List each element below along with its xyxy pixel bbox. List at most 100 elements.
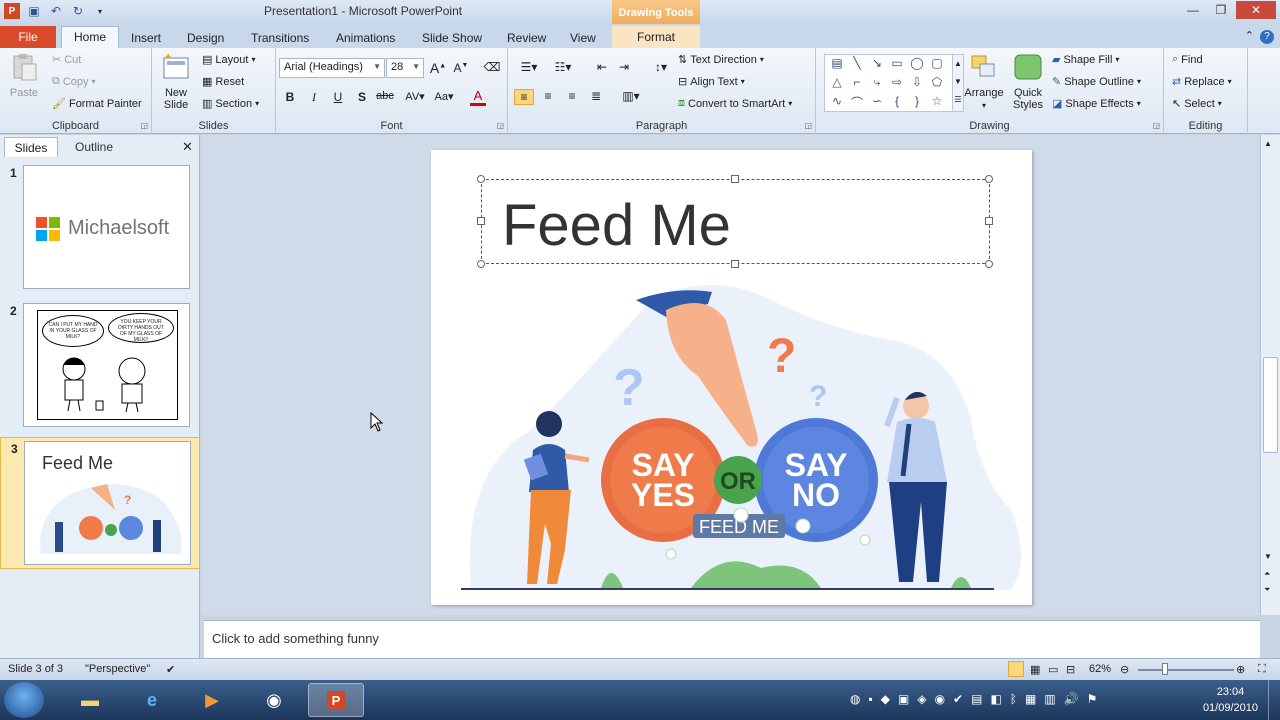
change-case-icon[interactable]: Aa▾: [431, 90, 457, 103]
font-color-icon[interactable]: A: [470, 88, 486, 106]
decrease-indent-icon[interactable]: ⇤: [592, 60, 612, 74]
numbering-icon[interactable]: ☷▾: [550, 60, 576, 74]
italic-icon[interactable]: I: [304, 90, 324, 105]
rectangle-shape-icon[interactable]: ▭: [887, 56, 907, 75]
columns-icon[interactable]: ▥▾: [618, 89, 644, 103]
tab-home[interactable]: Home: [61, 26, 120, 48]
zoom-in-icon[interactable]: ⊕: [1236, 663, 1245, 676]
close-pane-icon[interactable]: ✕: [182, 139, 193, 155]
redo-icon[interactable]: ↻: [70, 3, 86, 19]
bluetooth-icon[interactable]: ᛒ: [1010, 692, 1017, 706]
tray-icon[interactable]: ▤: [971, 692, 982, 706]
tray-icon[interactable]: ◍: [850, 692, 860, 706]
tray-icon[interactable]: ◈: [917, 692, 926, 706]
tray-icon[interactable]: ▪: [868, 692, 872, 706]
zoom-slider-thumb[interactable]: [1162, 663, 1168, 675]
customize-qat-icon[interactable]: ▾: [92, 3, 108, 19]
fit-to-window-icon[interactable]: ⛶: [1258, 663, 1266, 676]
tray-icon[interactable]: ▦: [1025, 692, 1036, 706]
tab-file[interactable]: File: [0, 26, 56, 48]
clock[interactable]: 23:04 01/09/2010: [1203, 684, 1258, 716]
font-name-combo[interactable]: Arial (Headings) ▼: [279, 58, 385, 78]
align-center-icon[interactable]: ≡: [538, 89, 558, 103]
increase-indent-icon[interactable]: ⇥: [614, 60, 634, 74]
tab-format[interactable]: Format: [612, 26, 700, 48]
shrink-font-icon[interactable]: A▼: [451, 61, 471, 75]
cut-button[interactable]: ✂ Cut: [52, 53, 81, 67]
zoom-level[interactable]: 62%: [1089, 663, 1111, 675]
rounded-rect-shape-icon[interactable]: ▢: [927, 56, 947, 75]
format-painter-button[interactable]: 🖌 Format Painter: [52, 97, 142, 111]
notes-placeholder[interactable]: Click to add something funny: [212, 631, 379, 646]
slide-3[interactable]: Feed Me ? ? ? SAY YES SAY NO OR FEED ME: [431, 150, 1032, 605]
textbox-shape-icon[interactable]: ▤: [827, 56, 847, 75]
undo-icon[interactable]: ↶: [48, 3, 64, 19]
section-button[interactable]: ▥ Section ▾: [202, 97, 259, 111]
tray-icon[interactable]: ✔: [953, 692, 963, 706]
align-left-icon[interactable]: ≡: [514, 89, 534, 105]
normal-view-icon[interactable]: [1008, 661, 1024, 677]
volume-icon[interactable]: 🔊: [1064, 692, 1079, 706]
copy-button[interactable]: ⧉ Copy ▾: [52, 75, 96, 88]
start-button[interactable]: [4, 682, 44, 718]
tab-slides[interactable]: Slides: [4, 137, 58, 157]
help-icon[interactable]: ?: [1260, 30, 1274, 44]
replace-button[interactable]: ⇄ Replace ▾: [1172, 75, 1232, 89]
vertical-scrollbar[interactable]: ▲ ▼ ⏶ ⏷: [1260, 135, 1280, 615]
curved-connector-shape-icon[interactable]: ⤷: [867, 75, 887, 94]
slide-thumbnail-3[interactable]: 3 Feed Me ?: [0, 437, 200, 569]
align-right-icon[interactable]: ≡: [562, 89, 582, 103]
notes-pane[interactable]: Click to add something funny: [204, 620, 1260, 658]
new-slide-button[interactable]: ✦ New Slide: [156, 52, 196, 111]
bold-icon[interactable]: B: [280, 90, 300, 104]
slide-sorter-icon[interactable]: ▦: [1030, 663, 1040, 676]
strikethrough-icon[interactable]: abc: [375, 90, 395, 102]
triangle-shape-icon[interactable]: △: [827, 75, 847, 94]
line-spacing-icon[interactable]: ↕▾: [648, 60, 674, 74]
close-button[interactable]: ✕: [1236, 1, 1276, 19]
network-icon[interactable]: ▥: [1044, 692, 1055, 706]
tray-icon[interactable]: ◉: [935, 692, 945, 706]
elbow-connector-shape-icon[interactable]: ⌐: [847, 75, 867, 94]
spellcheck-icon[interactable]: ✔: [166, 663, 175, 676]
find-button[interactable]: ⌕ Find: [1172, 53, 1203, 66]
internet-explorer-icon[interactable]: e: [124, 683, 180, 717]
select-button[interactable]: ↖ Select ▾: [1172, 97, 1222, 111]
tab-outline[interactable]: Outline: [62, 137, 126, 157]
media-player-icon[interactable]: ▶: [184, 683, 240, 717]
minimize-ribbon-icon[interactable]: ⌃: [1245, 29, 1254, 42]
explorer-icon[interactable]: ▬: [62, 683, 118, 717]
powerpoint-taskbar-icon[interactable]: P: [308, 683, 364, 717]
tab-transitions[interactable]: Transitions: [251, 28, 309, 48]
theme-name[interactable]: "Perspective": [85, 663, 150, 675]
clear-formatting-icon[interactable]: ⌫: [482, 60, 502, 74]
camera-app-icon[interactable]: ◉: [246, 683, 302, 717]
scroll-thumb[interactable]: [1263, 357, 1278, 453]
shapes-gallery[interactable]: ▤ ╲ ↘ ▭ ◯ ▢ △ ⌐ ⤷ ⇨ ⇩ ⬠ ∿ ⌒ ∽{} ☆: [824, 54, 954, 112]
tab-animations[interactable]: Animations: [336, 28, 395, 48]
tray-icon[interactable]: ◧: [990, 692, 1001, 706]
arrow-line-shape-icon[interactable]: ↘: [867, 56, 887, 75]
freeform-shape-icon[interactable]: ∿: [827, 94, 847, 113]
shape-outline-button[interactable]: ✎ Shape Outline ▾: [1052, 75, 1141, 89]
scroll-down-icon[interactable]: ▼: [1264, 552, 1272, 561]
tab-slide-show[interactable]: Slide Show: [422, 28, 482, 48]
reset-button[interactable]: ▦ Reset: [202, 75, 244, 89]
right-arrow-shape-icon[interactable]: ⇨: [887, 75, 907, 94]
oval-shape-icon[interactable]: ◯: [907, 56, 927, 75]
tab-insert[interactable]: Insert: [131, 28, 161, 48]
tab-review[interactable]: Review: [507, 28, 546, 48]
tab-view[interactable]: View: [570, 28, 596, 48]
font-size-combo[interactable]: 28 ▼: [386, 58, 424, 78]
scroll-up-icon[interactable]: ▲: [1264, 139, 1272, 148]
left-brace-shape-icon[interactable]: {: [887, 94, 907, 113]
text-direction-button[interactable]: ⇅ Text Direction ▾: [678, 53, 764, 67]
slideshow-view-icon[interactable]: ⊟: [1066, 663, 1075, 676]
paste-button[interactable]: Paste: [6, 52, 42, 99]
down-arrow-shape-icon[interactable]: ⇩: [907, 75, 927, 94]
quick-styles-button[interactable]: Quick Styles: [1006, 52, 1050, 111]
curve-shape-icon[interactable]: ∽: [867, 94, 887, 113]
pentagon-shape-icon[interactable]: ⬠: [927, 75, 947, 94]
restore-button[interactable]: ❐: [1208, 1, 1234, 19]
line-shape-icon[interactable]: ╲: [847, 56, 867, 75]
